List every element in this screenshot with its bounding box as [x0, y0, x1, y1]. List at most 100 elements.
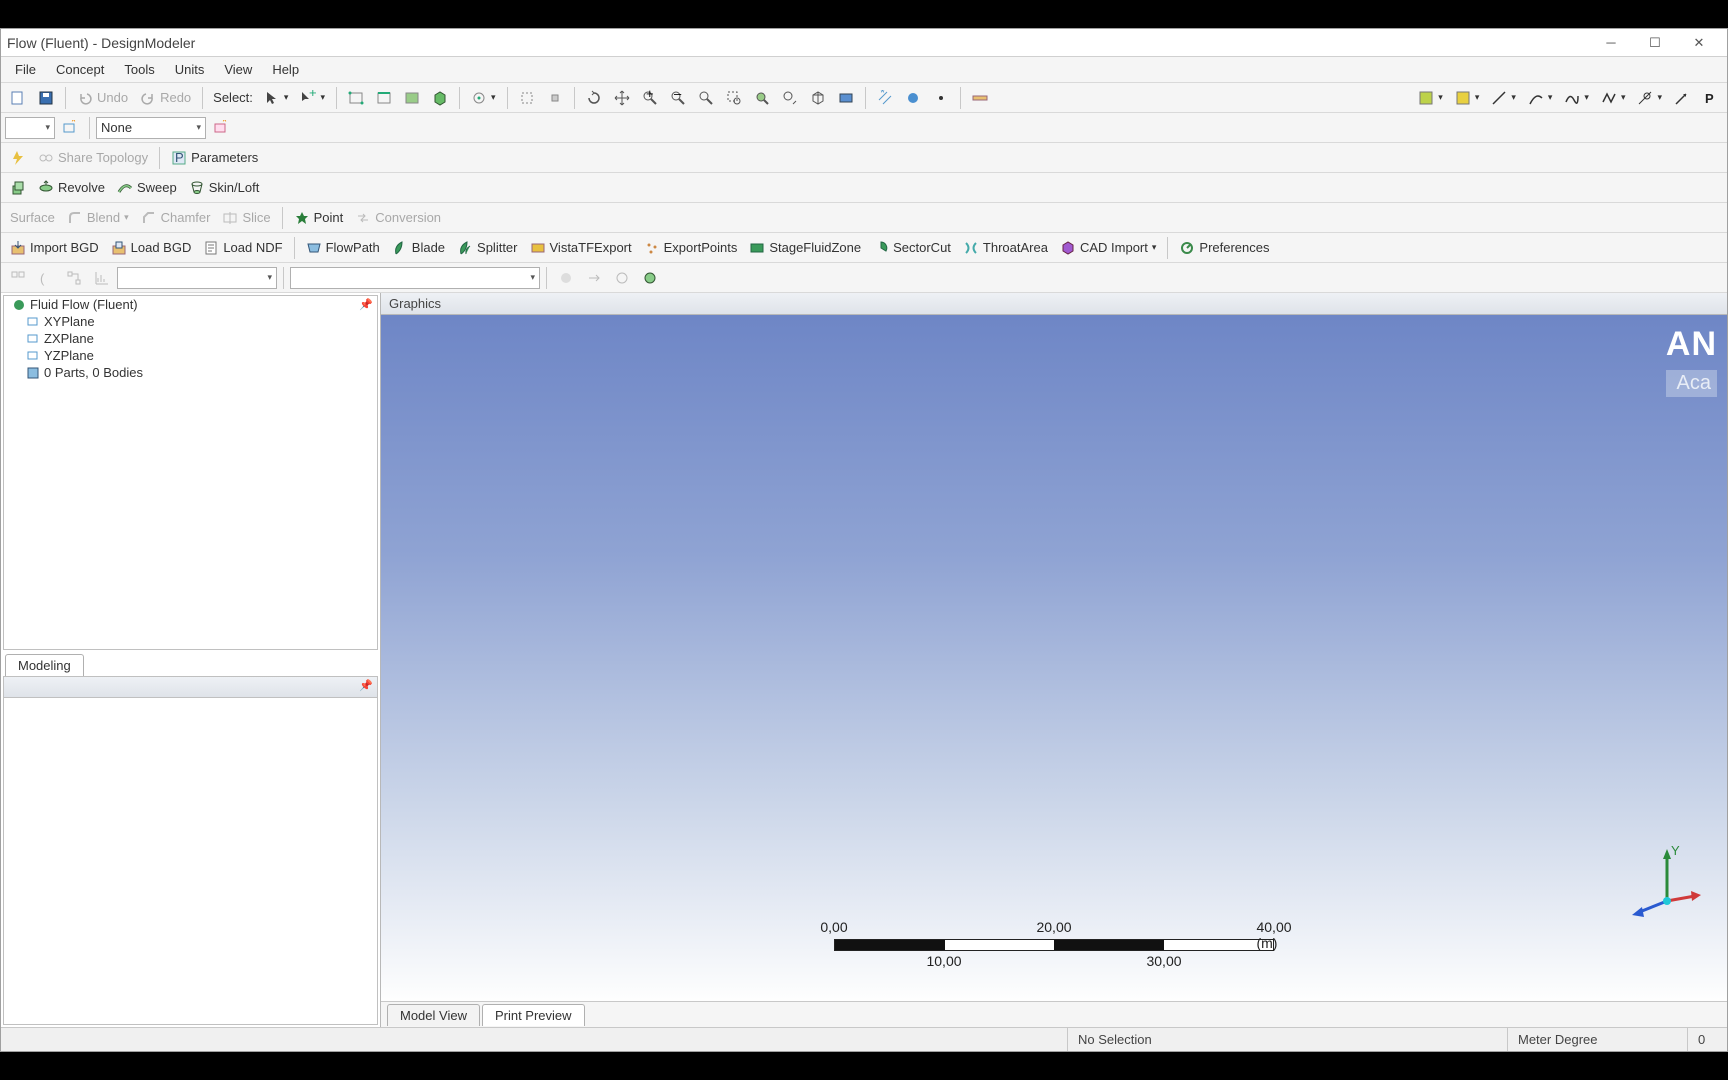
- save-button[interactable]: [33, 86, 59, 110]
- throatarea-button[interactable]: ThroatArea: [958, 236, 1053, 260]
- line-6-button[interactable]: [1669, 86, 1695, 110]
- sweep-button[interactable]: Sweep: [112, 176, 182, 200]
- minimize-button[interactable]: ─: [1589, 29, 1633, 56]
- zoom-fit-button[interactable]: [693, 86, 719, 110]
- selection-dropdown-2[interactable]: ▾: [290, 267, 540, 289]
- close-button[interactable]: ✕: [1677, 29, 1721, 56]
- slice-button[interactable]: Slice: [217, 206, 275, 230]
- expand-face-button[interactable]: [514, 86, 540, 110]
- chamfer-button[interactable]: Chamfer: [136, 206, 216, 230]
- menu-concept[interactable]: Concept: [46, 59, 114, 80]
- select-edges-button[interactable]: [371, 86, 397, 110]
- load-ndf-button[interactable]: Load NDF: [198, 236, 287, 260]
- shrink-face-button[interactable]: [542, 86, 568, 110]
- zoom-sel-icon: [754, 90, 770, 106]
- misc-4-button[interactable]: [89, 266, 115, 290]
- conversion-button[interactable]: Conversion: [350, 206, 446, 230]
- pan-button[interactable]: [609, 86, 635, 110]
- shade-button[interactable]: ▾: [1450, 86, 1485, 110]
- line-5-button[interactable]: ▾: [1632, 86, 1667, 110]
- menu-file[interactable]: File: [5, 59, 46, 80]
- tree-outline[interactable]: 📌 Fluid Flow (Fluent) XYPlane ZXPlane YZ…: [3, 295, 378, 650]
- selection-dropdown-1[interactable]: ▾: [117, 267, 277, 289]
- rotate-button[interactable]: [581, 86, 607, 110]
- line-3-button[interactable]: ▾: [1559, 86, 1594, 110]
- splitter-button[interactable]: Splitter: [452, 236, 522, 260]
- line-7-button[interactable]: P: [1697, 86, 1723, 110]
- maximize-button[interactable]: ☐: [1633, 29, 1677, 56]
- select-faces-button[interactable]: [399, 86, 425, 110]
- line-4-button[interactable]: ▾: [1596, 86, 1631, 110]
- vista-button[interactable]: VistaTFExport: [525, 236, 637, 260]
- color-by-button[interactable]: ▾: [1413, 86, 1448, 110]
- tree-root[interactable]: Fluid Flow (Fluent): [4, 296, 377, 313]
- preferences-button[interactable]: Preferences: [1174, 236, 1274, 260]
- point-button[interactable]: Point: [289, 206, 349, 230]
- extrude-button[interactable]: [5, 176, 31, 200]
- display-points-button[interactable]: [928, 86, 954, 110]
- box-zoom-button[interactable]: [721, 86, 747, 110]
- zoom-in-button[interactable]: +: [637, 86, 663, 110]
- iso-button[interactable]: [805, 86, 831, 110]
- tab-modeling[interactable]: Modeling: [5, 654, 84, 676]
- misc-2-button[interactable]: (: [33, 266, 59, 290]
- menu-view[interactable]: View: [214, 59, 262, 80]
- menu-help[interactable]: Help: [262, 59, 309, 80]
- import-bgd-button[interactable]: Import BGD: [5, 236, 104, 260]
- pin-icon[interactable]: 📌: [359, 298, 373, 311]
- tree-zxplane[interactable]: ZXPlane: [4, 330, 377, 347]
- select-bodies-button[interactable]: [427, 86, 453, 110]
- select-cursor-button[interactable]: ▾: [259, 86, 294, 110]
- new-button[interactable]: [5, 86, 31, 110]
- misc-3-button[interactable]: [61, 266, 87, 290]
- line-2-button[interactable]: ▾: [1523, 86, 1558, 110]
- share-topology-button[interactable]: Share Topology: [33, 146, 153, 170]
- select-points-button[interactable]: [343, 86, 369, 110]
- new-sketch-button[interactable]: *: [208, 116, 234, 140]
- undo-button[interactable]: Undo: [72, 86, 133, 110]
- misc-1-button[interactable]: [5, 266, 31, 290]
- blend-button[interactable]: Blend▾: [62, 206, 134, 230]
- tab-model-view[interactable]: Model View: [387, 1004, 480, 1026]
- flowpath-button[interactable]: FlowPath: [301, 236, 385, 260]
- blade-button[interactable]: Blade: [387, 236, 450, 260]
- tree-yzplane[interactable]: YZPlane: [4, 347, 377, 364]
- details-pin-icon[interactable]: 📌: [359, 679, 373, 692]
- load-bgd-button[interactable]: Load BGD: [106, 236, 197, 260]
- zoom-out-button[interactable]: –: [665, 86, 691, 110]
- loft-icon: [189, 180, 205, 196]
- look-at-button[interactable]: [833, 86, 859, 110]
- stagefluid-button[interactable]: StageFluidZone: [744, 236, 866, 260]
- display-model-button[interactable]: [900, 86, 926, 110]
- graphics-viewport[interactable]: AN Aca 0,00 20,00 40,00 (m) 10,00 30,00: [381, 315, 1727, 1001]
- export-points-button[interactable]: ExportPoints: [639, 236, 743, 260]
- gen-4-button[interactable]: [637, 266, 663, 290]
- zoom-sel-button[interactable]: [749, 86, 775, 110]
- line-1-button[interactable]: ▾: [1486, 86, 1521, 110]
- gen-3-button[interactable]: [609, 266, 635, 290]
- cad-import-button[interactable]: CAD Import▾: [1055, 236, 1161, 260]
- sectorcut-button[interactable]: SectorCut: [868, 236, 956, 260]
- redo-button[interactable]: Redo: [135, 86, 196, 110]
- tree-parts[interactable]: 0 Parts, 0 Bodies: [4, 364, 377, 381]
- sketch-dropdown[interactable]: None▾: [96, 117, 206, 139]
- revolve-button[interactable]: Revolve: [33, 176, 110, 200]
- tree-xyplane[interactable]: XYPlane: [4, 313, 377, 330]
- plane-dropdown[interactable]: ▾: [5, 117, 55, 139]
- skin-loft-button[interactable]: Skin/Loft: [184, 176, 265, 200]
- extend-sel-button[interactable]: ▾: [466, 86, 501, 110]
- gen-2-button[interactable]: [581, 266, 607, 290]
- generate-button[interactable]: [5, 146, 31, 170]
- menu-tools[interactable]: Tools: [114, 59, 164, 80]
- parameters-button[interactable]: PParameters: [166, 146, 263, 170]
- new-plane-button[interactable]: *: [57, 116, 83, 140]
- display-plane-button[interactable]: *: [872, 86, 898, 110]
- select-new-button[interactable]: +▾: [295, 86, 330, 110]
- surface-button[interactable]: Surface: [5, 206, 60, 230]
- ruler-button[interactable]: [967, 86, 993, 110]
- gen-1-button[interactable]: [553, 266, 579, 290]
- tab-print-preview[interactable]: Print Preview: [482, 1004, 585, 1026]
- prev-zoom-button[interactable]: [777, 86, 803, 110]
- menu-units[interactable]: Units: [165, 59, 215, 80]
- axis-triad[interactable]: Y: [1627, 841, 1707, 921]
